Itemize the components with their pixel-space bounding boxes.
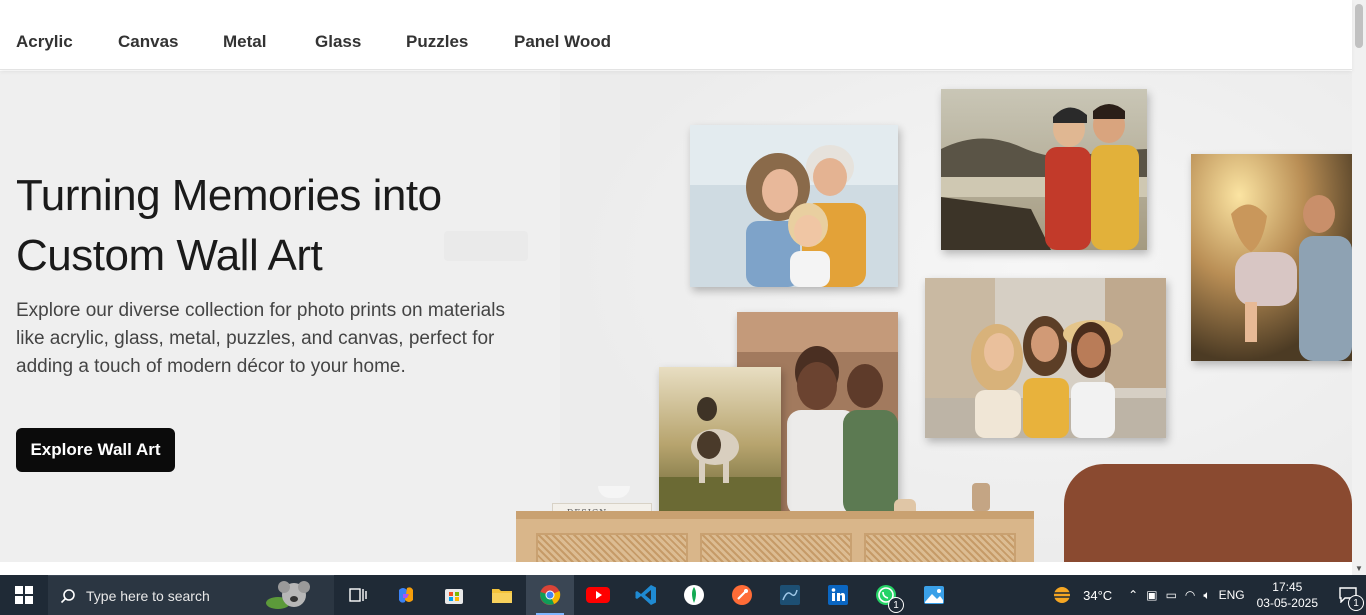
start-button[interactable] xyxy=(0,575,48,615)
whatsapp-icon[interactable]: 1 xyxy=(862,575,910,615)
search-placeholder: Type here to search xyxy=(86,587,210,604)
file-explorer-icon[interactable] xyxy=(478,575,526,615)
chrome-icon[interactable] xyxy=(526,575,574,615)
nav-item-acrylic[interactable]: Acrylic xyxy=(16,32,73,52)
browser-page: Acrylic Canvas Metal Glass Puzzles Panel… xyxy=(0,0,1366,615)
mysql-workbench-icon[interactable] xyxy=(766,575,814,615)
scrollbar-thumb[interactable] xyxy=(1355,4,1363,48)
photos-icon[interactable] xyxy=(910,575,958,615)
nav-item-metal[interactable]: Metal xyxy=(223,32,266,52)
show-hidden-icons-chevron-icon[interactable]: ⌃ xyxy=(1128,588,1138,602)
notification-badge: 1 xyxy=(1348,595,1364,611)
meet-now-icon[interactable]: ▣ xyxy=(1146,588,1157,602)
category-nav: Acrylic Canvas Metal Glass Puzzles Panel… xyxy=(0,0,1352,70)
hazy-sun-icon xyxy=(1052,587,1073,603)
volume-icon[interactable]: 🔈︎ xyxy=(1203,588,1210,603)
language-indicator[interactable]: ENG xyxy=(1219,588,1245,602)
mongodb-icon[interactable] xyxy=(670,575,718,615)
postman-icon[interactable] xyxy=(718,575,766,615)
vertical-scrollbar[interactable]: ▼ xyxy=(1352,0,1366,575)
hero-section: Turning Memories into Custom Wall Art Ex… xyxy=(0,71,1352,562)
hero-title: Turning Memories into Custom Wall Art xyxy=(16,171,442,280)
system-tray: 34°C ⌃ ▣ ▭ ◠ 🔈︎ ENG 17:45 03-05-2025 1 xyxy=(1049,575,1366,615)
weather-widget[interactable]: 34°C xyxy=(1049,584,1112,606)
faded-placeholder xyxy=(444,231,528,261)
nav-item-glass[interactable]: Glass xyxy=(315,32,361,52)
photo-family-acrylic xyxy=(690,125,898,287)
scroll-down-arrow-icon[interactable]: ▼ xyxy=(1355,564,1363,573)
hero-description: Explore our diverse collection for photo… xyxy=(16,300,505,377)
linkedin-icon[interactable] xyxy=(814,575,862,615)
clock-time: 17:45 xyxy=(1272,580,1303,594)
windows-taskbar: Type here to search 1 34°C ⌃ ▣ ▭ ◠ 🔈︎ EN… xyxy=(0,575,1366,615)
decor-sideboard xyxy=(516,511,1034,562)
tray-icons: ⌃ ▣ ▭ ◠ 🔈︎ ENG xyxy=(1128,588,1244,603)
nav-item-canvas[interactable]: Canvas xyxy=(118,32,178,52)
taskbar-search-box[interactable]: Type here to search xyxy=(48,575,334,615)
battery-icon[interactable]: ▭ xyxy=(1166,588,1177,602)
task-view-icon[interactable] xyxy=(334,575,382,615)
clock-date: 03-05-2025 xyxy=(1256,596,1318,610)
decor-armchair xyxy=(1064,464,1352,562)
koala-search-highlight-icon xyxy=(266,581,310,609)
photo-father-daughter xyxy=(1191,154,1352,361)
taskbar-clock[interactable]: 17:45 03-05-2025 xyxy=(1257,579,1318,611)
weather-temperature: 34°C xyxy=(1083,587,1113,603)
photo-friends-selfie xyxy=(925,278,1166,438)
photo-couple-metal xyxy=(941,89,1147,250)
vscode-icon[interactable] xyxy=(622,575,670,615)
search-icon xyxy=(60,588,75,603)
windows-logo-icon xyxy=(15,586,33,604)
youtube-icon[interactable] xyxy=(574,575,622,615)
microsoft-store-icon[interactable] xyxy=(430,575,478,615)
photo-dog-canvas xyxy=(659,367,781,522)
decor-vase xyxy=(972,483,990,511)
wifi-icon[interactable]: ◠ xyxy=(1185,588,1195,602)
whatsapp-badge: 1 xyxy=(888,597,904,613)
notification-center-button[interactable]: 1 xyxy=(1330,575,1366,615)
explore-wall-art-button[interactable]: Explore Wall Art xyxy=(16,428,175,472)
copilot-icon[interactable] xyxy=(382,575,430,615)
nav-item-panel-wood[interactable]: Panel Wood xyxy=(514,32,611,52)
nav-item-puzzles[interactable]: Puzzles xyxy=(406,32,468,52)
